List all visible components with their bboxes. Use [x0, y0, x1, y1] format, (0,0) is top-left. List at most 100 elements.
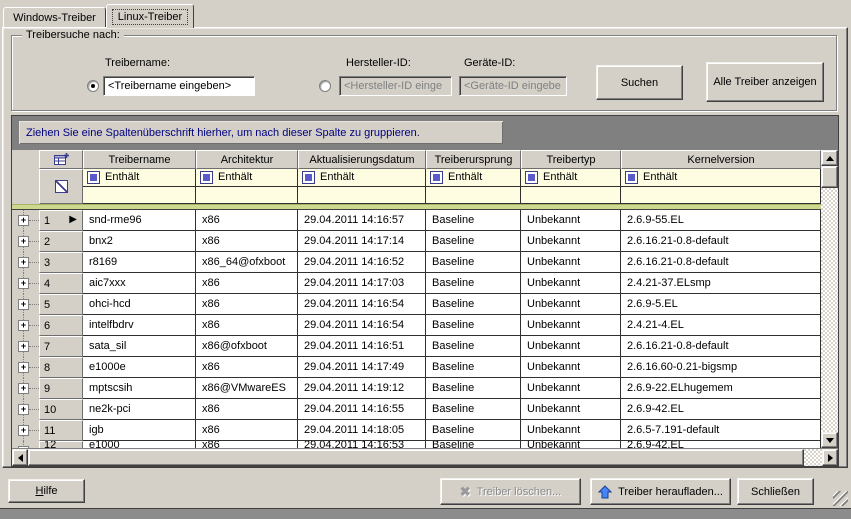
cell-aktualisierungsdatum[interactable]: 29.04.2011 14:16:55 — [298, 399, 426, 420]
cell-treibertyp[interactable]: Unbekannt — [521, 420, 621, 441]
geraete-id-input[interactable] — [459, 76, 567, 96]
expand-plus-icon[interactable]: + — [18, 341, 29, 352]
cell-architektur[interactable]: x86 — [196, 357, 298, 378]
table-row[interactable]: +9mptscsihx86@VMwareES29.04.2011 14:19:1… — [12, 378, 821, 399]
table-row[interactable]: +6intelfbdrvx8629.04.2011 14:16:54Baseli… — [12, 315, 821, 336]
cell-treiberursprung[interactable]: Baseline — [426, 210, 521, 231]
row-number-cell[interactable]: 10 — [39, 399, 83, 420]
cell-treibername[interactable]: snd-rme96 — [83, 210, 196, 231]
filter-condition-aktualisierungsdatum[interactable]: Enthält — [298, 169, 425, 187]
row-number-cell[interactable]: 3 — [39, 252, 83, 273]
cell-treiberursprung[interactable]: Baseline — [426, 315, 521, 336]
expand-plus-icon[interactable]: + — [18, 362, 29, 373]
cell-kernelversion[interactable]: 2.6.16.21-0.8-default — [621, 252, 821, 273]
cell-treibertyp[interactable]: Unbekannt — [521, 252, 621, 273]
cell-treibername[interactable]: intelfbdrv — [83, 315, 196, 336]
row-number-cell[interactable]: 9 — [39, 378, 83, 399]
row-number-cell[interactable]: 11 — [39, 420, 83, 441]
cell-kernelversion[interactable]: 2.6.9-55.EL — [621, 210, 821, 231]
expand-plus-icon[interactable]: + — [18, 299, 29, 310]
column-chooser-button[interactable] — [39, 150, 83, 169]
cell-treiberursprung[interactable]: Baseline — [426, 294, 521, 315]
hersteller-id-radio[interactable] — [319, 80, 331, 92]
cell-treibername[interactable]: sata_sil — [83, 336, 196, 357]
cell-aktualisierungsdatum[interactable]: 29.04.2011 14:16:54 — [298, 315, 426, 336]
vertical-scrollbar[interactable] — [821, 150, 838, 448]
horizontal-scrollbar[interactable] — [12, 448, 838, 466]
filter-value-treibertyp[interactable] — [521, 187, 620, 205]
cell-treibername[interactable]: e1000 — [83, 441, 196, 448]
cell-architektur[interactable]: x86 — [196, 231, 298, 252]
vertical-scroll-thumb[interactable] — [821, 166, 838, 188]
column-header-kernelversion[interactable]: Kernelversion — [621, 150, 821, 169]
table-row[interactable]: +8e1000ex8629.04.2011 14:17:49BaselineUn… — [12, 357, 821, 378]
expand-plus-icon[interactable]: + — [18, 236, 29, 247]
cell-treiberursprung[interactable]: Baseline — [426, 378, 521, 399]
filter-value-architektur[interactable] — [196, 187, 297, 205]
filter-value-treibername[interactable] — [83, 187, 195, 205]
cell-kernelversion[interactable]: 2.4.21-4.EL — [621, 315, 821, 336]
filter-value-treiberursprung[interactable] — [426, 187, 520, 205]
row-number-cell[interactable]: 5 — [39, 294, 83, 315]
tab-windows-treiber[interactable]: Windows-Treiber — [3, 7, 106, 28]
row-number-cell[interactable]: 12 — [39, 441, 83, 448]
suchen-button[interactable]: Suchen — [596, 65, 683, 100]
cell-kernelversion[interactable]: 2.6.9-42.EL — [621, 399, 821, 420]
treibername-radio[interactable] — [87, 80, 99, 92]
cell-architektur[interactable]: x86 — [196, 420, 298, 441]
cell-treiberursprung[interactable]: Baseline — [426, 252, 521, 273]
alle-treiber-anzeigen-button[interactable]: Alle Treiber anzeigen — [706, 62, 824, 102]
cell-aktualisierungsdatum[interactable]: 29.04.2011 14:19:12 — [298, 378, 426, 399]
cell-kernelversion[interactable]: 2.4.21-37.ELsmp — [621, 273, 821, 294]
scroll-up-button[interactable] — [821, 150, 838, 166]
table-row[interactable]: +1▶snd-rme96x8629.04.2011 14:16:57Baseli… — [12, 210, 821, 231]
cell-treiberursprung[interactable]: Baseline — [426, 441, 521, 448]
schliessen-button[interactable]: Schließen — [737, 478, 814, 505]
cell-treibername[interactable]: ohci-hcd — [83, 294, 196, 315]
cell-kernelversion[interactable]: 2.6.16.60-0.21-bigsmp — [621, 357, 821, 378]
cell-aktualisierungsdatum[interactable]: 29.04.2011 14:17:03 — [298, 273, 426, 294]
cell-aktualisierungsdatum[interactable]: 29.04.2011 14:17:49 — [298, 357, 426, 378]
column-header-treiberursprung[interactable]: Treiberursprung — [426, 150, 521, 169]
hersteller-id-input[interactable] — [339, 76, 452, 96]
cell-kernelversion[interactable]: 2.6.9-22.ELhugemem — [621, 378, 821, 399]
cell-treibertyp[interactable]: Unbekannt — [521, 273, 621, 294]
column-header-aktualisierungsdatum[interactable]: Aktualisierungsdatum — [298, 150, 426, 169]
cell-treiberursprung[interactable]: Baseline — [426, 336, 521, 357]
column-header-treibername[interactable]: Treibername — [83, 150, 196, 169]
cell-treiberursprung[interactable]: Baseline — [426, 231, 521, 252]
cell-architektur[interactable]: x86_64@ofxboot — [196, 252, 298, 273]
cell-treiberursprung[interactable]: Baseline — [426, 273, 521, 294]
cell-architektur[interactable]: x86 — [196, 210, 298, 231]
cell-treibername[interactable]: e1000e — [83, 357, 196, 378]
group-by-drop-zone[interactable]: Ziehen Sie eine Spaltenüberschrift hierh… — [12, 116, 838, 150]
scroll-down-button[interactable] — [821, 432, 838, 448]
cell-treibertyp[interactable]: Unbekannt — [521, 399, 621, 420]
cell-aktualisierungsdatum[interactable]: 29.04.2011 14:17:14 — [298, 231, 426, 252]
cell-treibertyp[interactable]: Unbekannt — [521, 441, 621, 448]
cell-architektur[interactable]: x86 — [196, 399, 298, 420]
cell-treibertyp[interactable]: Unbekannt — [521, 210, 621, 231]
cell-treibertyp[interactable]: Unbekannt — [521, 294, 621, 315]
column-header-architektur[interactable]: Architektur — [196, 150, 298, 169]
cell-treibername[interactable]: mptscsih — [83, 378, 196, 399]
cell-kernelversion[interactable]: 2.6.5-7.191-default — [621, 420, 821, 441]
tab-linux-treiber[interactable]: Linux-Treiber — [106, 4, 194, 28]
cell-architektur[interactable]: x86 — [196, 315, 298, 336]
filter-condition-treiberursprung[interactable]: Enthält — [426, 169, 520, 187]
cell-treibername[interactable]: bnx2 — [83, 231, 196, 252]
cell-aktualisierungsdatum[interactable]: 29.04.2011 14:16:54 — [298, 294, 426, 315]
filter-condition-kernelversion[interactable]: Enthält — [621, 169, 820, 187]
filter-condition-treibername[interactable]: Enthält — [83, 169, 195, 187]
cell-treiberursprung[interactable]: Baseline — [426, 420, 521, 441]
treiber-loeschen-button[interactable]: ✖ Treiber löschen... — [440, 478, 581, 505]
table-row[interactable]: +10ne2k-pcix8629.04.2011 14:16:55Baselin… — [12, 399, 821, 420]
cell-aktualisierungsdatum[interactable]: 29.04.2011 14:16:57 — [298, 210, 426, 231]
cell-architektur[interactable]: x86@ofxboot — [196, 336, 298, 357]
cell-kernelversion[interactable]: 2.6.16.21-0.8-default — [621, 336, 821, 357]
cell-kernelversion[interactable]: 2.6.9-5.EL — [621, 294, 821, 315]
vertical-scroll-track[interactable] — [821, 188, 838, 432]
scroll-right-button[interactable] — [822, 449, 838, 466]
row-number-cell[interactable]: 2 — [39, 231, 83, 252]
table-row[interactable]: +4aic7xxxx8629.04.2011 14:17:03BaselineU… — [12, 273, 821, 294]
